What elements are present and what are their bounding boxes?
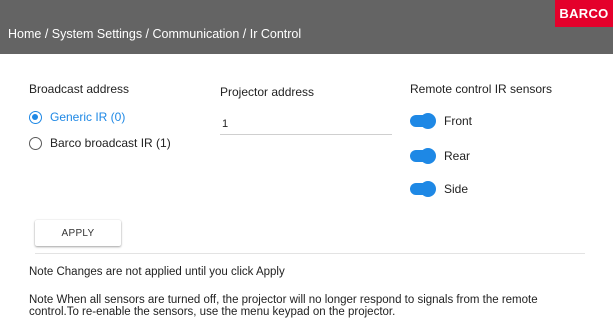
broadcast-address-label: Broadcast address bbox=[29, 82, 130, 96]
toggle-side-sensor[interactable]: Side bbox=[410, 181, 469, 197]
toggle-switch-side[interactable] bbox=[410, 181, 436, 197]
divider bbox=[35, 253, 585, 254]
barco-logo: BARCO bbox=[555, 0, 613, 27]
toggle-front-sensor[interactable]: Front bbox=[410, 113, 473, 129]
toggle-label-rear: Rear bbox=[444, 149, 471, 163]
note-apply: Note Changes are not applied until you c… bbox=[29, 266, 285, 278]
radio-label-generic-ir: Generic IR (0) bbox=[50, 110, 126, 124]
ir-sensors-label: Remote control IR sensors bbox=[410, 82, 553, 96]
toggle-switch-front[interactable] bbox=[410, 113, 436, 129]
radio-barco-broadcast-ir[interactable]: Barco broadcast IR (1) bbox=[29, 136, 171, 150]
note-sensors: Note When all sensors are turned off, th… bbox=[29, 294, 538, 318]
projector-address-input[interactable] bbox=[220, 114, 392, 135]
radio-checked-icon[interactable] bbox=[29, 110, 42, 124]
header-bar: Home / System Settings / Communication /… bbox=[0, 0, 613, 54]
breadcrumb: Home / System Settings / Communication /… bbox=[8, 27, 302, 41]
radio-unchecked-icon[interactable] bbox=[29, 136, 42, 150]
toggle-label-front: Front bbox=[444, 114, 473, 128]
projector-address-label: Projector address bbox=[220, 85, 315, 99]
apply-button[interactable]: APPLY bbox=[35, 220, 121, 246]
radio-label-barco-broadcast-ir: Barco broadcast IR (1) bbox=[50, 136, 171, 150]
toggle-label-side: Side bbox=[444, 182, 469, 196]
note-sensors-line1: Note When all sensors are turned off, th… bbox=[29, 294, 538, 306]
radio-generic-ir[interactable]: Generic IR (0) bbox=[29, 110, 125, 124]
toggle-rear-sensor[interactable]: Rear bbox=[410, 148, 471, 164]
toggle-switch-rear[interactable] bbox=[410, 148, 436, 164]
note-sensors-line2: control.To re-enable the sensors, use th… bbox=[29, 306, 396, 318]
